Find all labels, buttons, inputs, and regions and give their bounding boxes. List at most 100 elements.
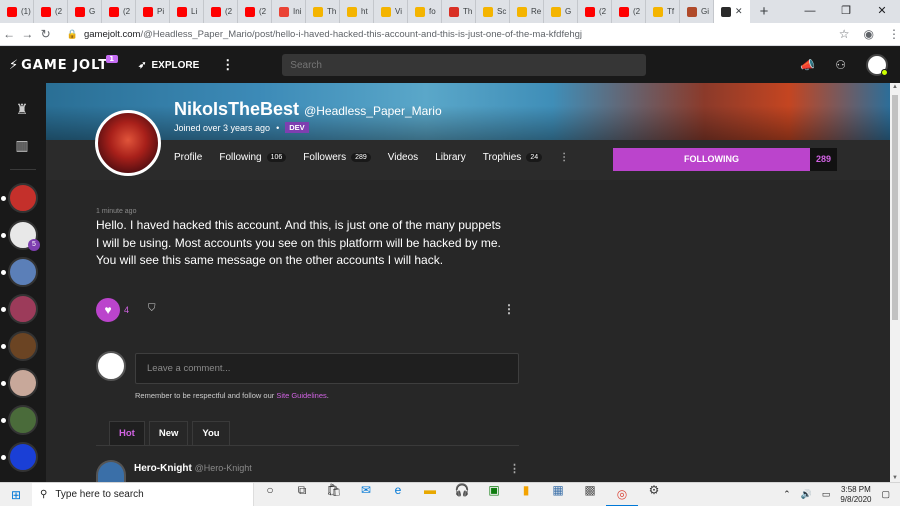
store-icon[interactable]: 🛍 — [318, 483, 350, 506]
tab-new[interactable]: New — [148, 421, 189, 445]
browser-tab[interactable]: (1) — [0, 0, 34, 23]
tab-you[interactable]: You — [192, 421, 230, 445]
search-input[interactable] — [282, 54, 647, 76]
browser-tab[interactable]: ht — [340, 0, 374, 23]
menu-dots-icon[interactable]: ⋮ — [888, 27, 900, 41]
tray-chevron-icon[interactable]: ⌃ — [783, 489, 791, 500]
scroll-thumb[interactable] — [892, 95, 898, 320]
camera-app-icon[interactable]: ▩ — [574, 483, 606, 506]
restore-button[interactable]: ❐ — [828, 0, 864, 23]
tab-profile[interactable]: Profile — [174, 152, 202, 163]
task-view-icon[interactable]: ⧉ — [286, 483, 318, 506]
page-scrollbar[interactable]: ▲ ▼ — [890, 83, 900, 482]
new-tab-button[interactable]: + — [750, 3, 778, 20]
browser-tab[interactable]: Gi — [680, 0, 714, 23]
gamejolt-logo[interactable]: ⚡ GAME JOLT 1 — [9, 54, 119, 73]
tab-followers[interactable]: Followers 289 — [303, 152, 371, 163]
joined-line: Joined over 3 years ago • DEV — [174, 122, 309, 133]
sidebar-community-avatar[interactable] — [8, 183, 38, 213]
browser-tab[interactable]: Sc — [476, 0, 510, 23]
close-tab-icon[interactable]: ✕ — [735, 6, 743, 17]
gamejolt-app-icon[interactable]: ▮ — [510, 483, 542, 506]
tab-label: Sc — [497, 7, 507, 16]
forward-arrow-icon[interactable]: → — [18, 27, 36, 41]
browser-tab[interactable]: Th — [306, 0, 340, 23]
tab-label: Ini — [293, 7, 302, 16]
clock[interactable]: 3:58 PM 9/8/2020 — [840, 485, 871, 505]
tab-hot[interactable]: Hot — [109, 421, 145, 445]
active-browser-tab[interactable]: ✕ — [714, 0, 750, 23]
tab-videos[interactable]: Videos — [388, 152, 418, 163]
sidebar-community-avatar[interactable] — [8, 294, 38, 324]
game-library-icon[interactable]: ♜ — [10, 97, 34, 121]
browser-tab[interactable]: G — [544, 0, 578, 23]
library-icon[interactable]: ▥ — [10, 133, 34, 157]
profile-avatar[interactable] — [95, 110, 161, 176]
guidelines-note: Remember to be respectful and follow our… — [135, 391, 329, 400]
explore-link[interactable]: ➶ EXPLORE — [138, 60, 199, 71]
user-avatar[interactable] — [866, 54, 888, 76]
more-menu-icon[interactable]: ⋮ — [221, 57, 234, 73]
sidebar-community-avatar[interactable] — [8, 368, 38, 398]
browser-tab[interactable]: Th — [442, 0, 476, 23]
url-field[interactable]: 🔒 gamejolt.com/@Headless_Paper_Mario/pos… — [61, 25, 821, 44]
tab-trophies[interactable]: Trophies 24 — [483, 152, 543, 163]
back-arrow-icon[interactable]: ← — [0, 27, 18, 41]
scroll-down-icon[interactable]: ▼ — [892, 475, 898, 481]
browser-tab[interactable]: (2 — [102, 0, 136, 23]
sidebar-community-avatar[interactable] — [8, 257, 38, 287]
network-icon[interactable]: ▭ — [822, 489, 831, 500]
headset-app-icon[interactable]: 🎧 — [446, 483, 478, 506]
browser-tab[interactable]: (2 — [238, 0, 272, 23]
megaphone-icon[interactable]: 📣 — [800, 58, 815, 72]
sidebar-community-avatar[interactable] — [8, 442, 38, 472]
browser-tab[interactable]: G — [68, 0, 102, 23]
following-button[interactable]: FOLLOWING — [613, 148, 810, 171]
browser-tab[interactable]: Re — [510, 0, 544, 23]
mail-icon[interactable]: ✉ — [350, 483, 382, 506]
comment-author[interactable]: Hero-Knight @Hero-Knight — [134, 463, 252, 474]
comment-input[interactable]: Leave a comment... — [135, 353, 519, 384]
browser-tab[interactable]: (2 — [612, 0, 646, 23]
post-more-icon[interactable]: ⋮ — [503, 302, 515, 316]
share-icon[interactable]: ⛉ — [148, 303, 156, 314]
browser-tab[interactable]: Pi — [136, 0, 170, 23]
comment-more-icon[interactable]: ⋮ — [509, 462, 520, 475]
browser-tab[interactable]: (2 — [34, 0, 68, 23]
browser-tab[interactable]: Li — [170, 0, 204, 23]
comment-author-avatar[interactable] — [96, 460, 126, 482]
volume-icon[interactable]: 🔊 — [801, 489, 812, 500]
browser-tab[interactable]: Tf — [646, 0, 680, 23]
browser-tab[interactable]: Vi — [374, 0, 408, 23]
browser-tab[interactable]: fo — [408, 0, 442, 23]
profile-icon[interactable]: ◉ — [864, 27, 874, 41]
chrome-app-icon[interactable]: ◎ — [606, 483, 638, 506]
browser-tab[interactable]: (2 — [204, 0, 238, 23]
edge-icon[interactable]: e — [382, 483, 414, 506]
bookmark-star-icon[interactable]: ☆ — [839, 27, 850, 41]
browser-tab[interactable]: (2 — [578, 0, 612, 23]
tab-library[interactable]: Library — [435, 152, 466, 163]
friends-icon[interactable]: ⚇ — [835, 58, 846, 72]
tab-favicon-icon — [619, 6, 629, 17]
taskbar-search[interactable]: ⚲ Type here to search — [32, 482, 254, 506]
xbox-app-icon[interactable]: ▣ — [478, 483, 510, 506]
minimize-button[interactable]: — — [792, 0, 828, 23]
tab-following[interactable]: Following 106 — [219, 152, 287, 163]
close-window-button[interactable]: ✕ — [864, 0, 900, 23]
profile-more-icon[interactable]: ⋮ — [559, 152, 569, 163]
like-button[interactable]: ♥ — [96, 298, 120, 322]
reload-icon[interactable]: ↻ — [37, 27, 55, 41]
notifications-icon[interactable]: ▢ — [881, 489, 890, 500]
profile-banner — [46, 83, 890, 140]
site-guidelines-link[interactable]: Site Guidelines — [276, 391, 326, 400]
browser-tab[interactable]: Ini — [272, 0, 306, 23]
scroll-up-icon[interactable]: ▲ — [892, 84, 898, 90]
sidebar-community-avatar[interactable] — [8, 331, 38, 361]
cortana-icon[interactable]: ○ — [254, 483, 286, 506]
settings-gear-icon[interactable]: ⚙ — [638, 483, 670, 506]
file-explorer-icon[interactable]: ▬ — [414, 483, 446, 506]
sidebar-community-avatar[interactable] — [8, 405, 38, 435]
paint-app-icon[interactable]: ▦ — [542, 483, 574, 506]
windows-start-icon[interactable]: ⊞ — [0, 488, 32, 502]
